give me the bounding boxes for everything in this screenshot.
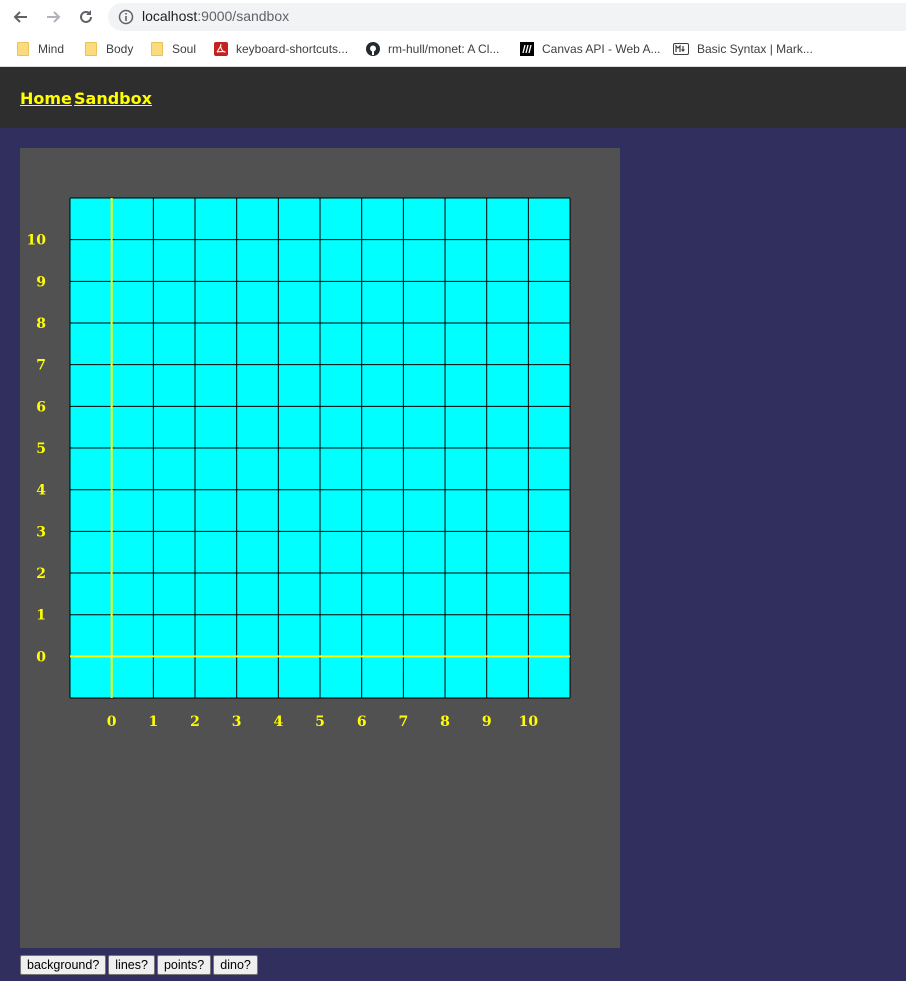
y-tick-label: 4 xyxy=(36,483,46,499)
reload-icon xyxy=(80,10,92,23)
x-tick-label: 10 xyxy=(519,714,539,730)
bookmarks-bar: Mind Body Soul keyboard-shortcuts... rm-… xyxy=(0,33,906,67)
bookmark-label: Body xyxy=(106,42,134,56)
y-tick-label: 0 xyxy=(36,649,46,665)
x-tick-label: 3 xyxy=(232,714,242,730)
background-toggle-button[interactable]: background? xyxy=(20,955,107,975)
bookmark-label: Soul xyxy=(172,42,197,56)
address-bar[interactable]: localhost:9000/sandbox xyxy=(108,3,906,31)
github-icon xyxy=(366,42,380,56)
bookmark-label: Canvas API - Web A... xyxy=(542,42,661,56)
url-host: localhost xyxy=(142,8,198,24)
points-toggle-button[interactable]: points? xyxy=(156,955,212,975)
canvas-panel[interactable]: 0 1 2 3 4 5 6 7 8 9 10 10 9 8 7 6 5 4 3 2 1 0 xyxy=(20,148,620,948)
bookmark-body[interactable]: Body xyxy=(84,40,133,58)
site-header: Home Sandbox xyxy=(0,67,906,128)
back-button[interactable] xyxy=(10,6,32,28)
y-tick-label: 2 xyxy=(36,566,46,582)
back-arrow-icon xyxy=(13,11,27,23)
forward-arrow-icon xyxy=(47,11,61,23)
x-tick-label: 5 xyxy=(315,714,325,730)
pdf-icon xyxy=(214,42,228,56)
bookmark-label: Mind xyxy=(38,42,65,56)
bookmark-canvas-api[interactable]: Canvas API - Web A... xyxy=(520,40,661,58)
bookmark-label: Basic Syntax | Mark... xyxy=(697,42,813,56)
lines-toggle-button[interactable]: lines? xyxy=(108,955,155,975)
bookmark-label: rm-hull/monet: A Cl... xyxy=(388,42,500,56)
info-icon xyxy=(118,9,134,25)
x-tick-label: 2 xyxy=(190,714,200,730)
y-tick-label: 9 xyxy=(36,274,46,290)
y-tick-label: 7 xyxy=(36,358,46,374)
browser-toolbar: localhost:9000/sandbox xyxy=(0,0,906,33)
x-tick-label: 0 xyxy=(107,714,117,730)
x-tick-label: 7 xyxy=(398,714,408,730)
folder-icon xyxy=(84,42,98,56)
forward-button[interactable] xyxy=(42,6,64,28)
x-tick-label: 1 xyxy=(148,714,158,730)
x-tick-label: 6 xyxy=(357,714,367,730)
button-row: background? lines? points? dino? xyxy=(20,955,258,975)
y-tick-label: 3 xyxy=(36,524,46,540)
mdn-icon xyxy=(520,42,534,56)
x-tick-label: 9 xyxy=(482,714,492,730)
dino-toggle-button[interactable]: dino? xyxy=(213,955,258,975)
markdown-icon xyxy=(673,42,689,56)
x-tick-label: 4 xyxy=(273,714,283,730)
bookmark-monet[interactable]: rm-hull/monet: A Cl... xyxy=(366,40,499,58)
reload-button[interactable] xyxy=(75,6,97,28)
nav-link-sandbox[interactable]: Sandbox xyxy=(74,89,152,108)
url-path: :9000/sandbox xyxy=(197,8,290,24)
folder-icon xyxy=(150,42,164,56)
x-tick-label: 8 xyxy=(440,714,450,730)
bookmark-soul[interactable]: Soul xyxy=(150,40,196,58)
y-tick-label: 1 xyxy=(36,608,46,624)
url-text: localhost:9000/sandbox xyxy=(142,8,289,24)
folder-icon xyxy=(16,42,30,56)
y-tick-label: 5 xyxy=(36,441,46,457)
bookmark-label: keyboard-shortcuts... xyxy=(236,42,349,56)
y-tick-label: 10 xyxy=(27,233,47,249)
bookmark-mind[interactable]: Mind xyxy=(16,40,64,58)
y-tick-label: 6 xyxy=(36,399,46,415)
y-tick-label: 8 xyxy=(36,316,46,332)
nav-link-home[interactable]: Home xyxy=(20,89,72,108)
bookmark-keyboard-shortcuts[interactable]: keyboard-shortcuts... xyxy=(214,40,348,58)
bookmark-markdown[interactable]: Basic Syntax | Mark... xyxy=(673,40,813,58)
grid-canvas[interactable]: 0 1 2 3 4 5 6 7 8 9 10109876543210 xyxy=(20,148,620,948)
